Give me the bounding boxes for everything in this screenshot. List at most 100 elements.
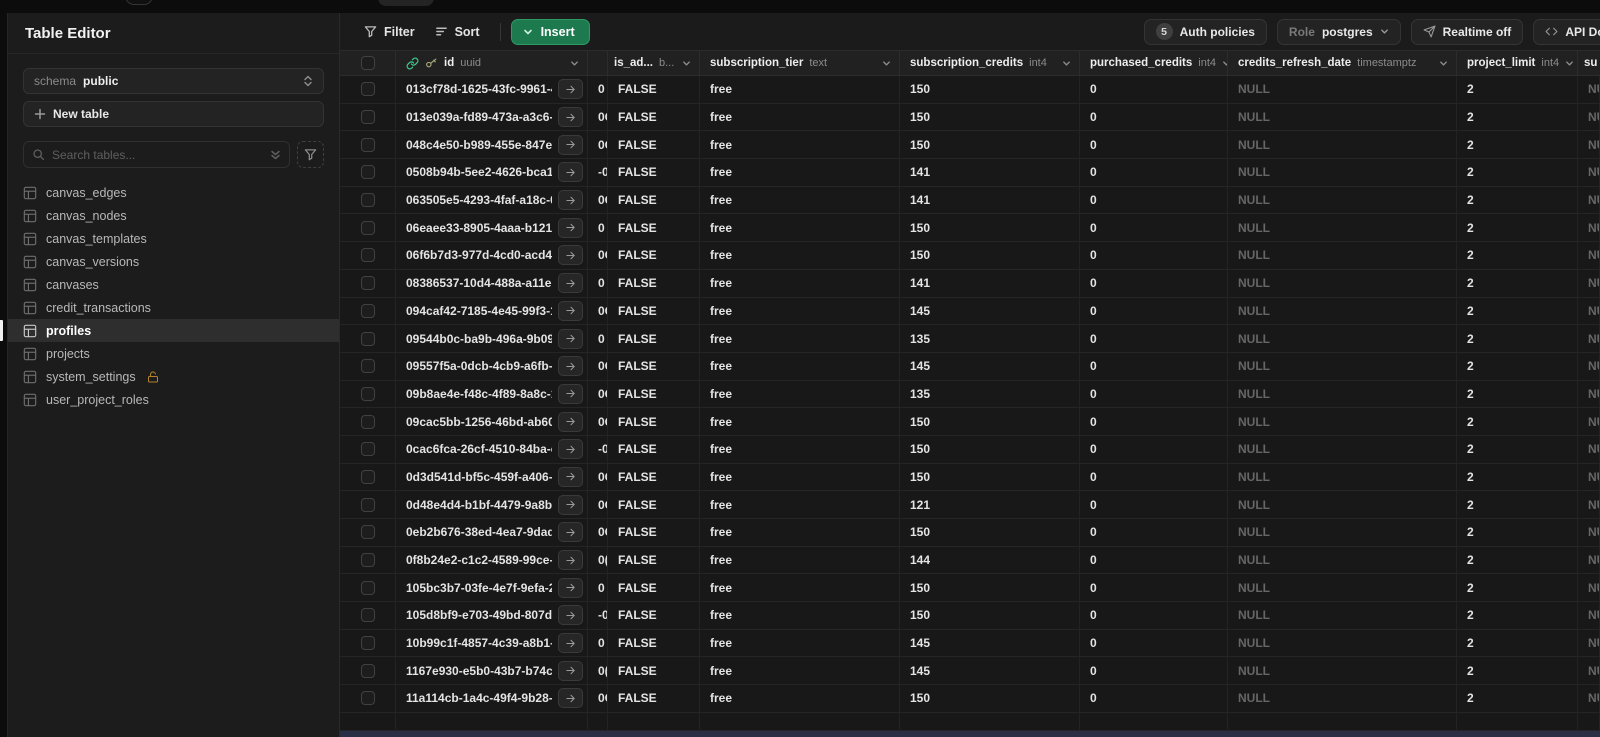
cell-is-admin[interactable]: FALSE (608, 131, 700, 159)
cell-project-limit[interactable]: 2 (1457, 186, 1578, 214)
row-checkbox[interactable] (360, 193, 375, 208)
schema-selector[interactable]: schema public (23, 68, 324, 94)
row-checkbox[interactable] (360, 580, 375, 595)
row-checkbox[interactable] (360, 469, 375, 484)
cell-subscription-credits[interactable]: 150 (900, 435, 1080, 463)
cell-credits-refresh-date[interactable]: NULL (1228, 463, 1457, 491)
cell-is-admin[interactable]: FALSE (608, 685, 700, 712)
cell-purchased-credits[interactable]: 0 (1080, 491, 1228, 518)
cell-purchased-credits[interactable]: 0 (1080, 214, 1228, 242)
cell-next-clipped[interactable]: NU (1578, 629, 1600, 657)
expand-row-button[interactable] (558, 439, 583, 460)
cell-is-admin[interactable]: FALSE (608, 519, 700, 546)
cell-subscription-tier[interactable]: free (700, 408, 900, 435)
cell-next-clipped[interactable]: NU (1578, 297, 1600, 325)
cell-purchased-credits[interactable]: 0 (1080, 352, 1228, 380)
cell-hidden-clipped[interactable]: 0C (588, 103, 608, 131)
cell-hidden-clipped[interactable]: -0 (588, 435, 608, 463)
column-header-purchased-credits[interactable]: purchased_credits int4 (1080, 51, 1228, 75)
table-row[interactable]: 105bc3b7-03fe-4e7f-9efa-21bb40... 0 FALS… (340, 574, 1600, 603)
expand-row-button[interactable] (558, 273, 583, 294)
cell-project-limit[interactable]: 2 (1457, 574, 1578, 602)
cell-credits-refresh-date[interactable]: NULL (1228, 685, 1457, 712)
cell-purchased-credits[interactable]: 0 (1080, 242, 1228, 269)
row-checkbox[interactable] (360, 663, 375, 678)
cell-hidden-clipped[interactable]: 0C (588, 491, 608, 518)
expand-row-button[interactable] (558, 328, 583, 349)
cell-subscription-credits[interactable]: 150 (900, 76, 1080, 103)
cell-hidden-clipped[interactable]: 0( (588, 657, 608, 685)
cell-purchased-credits[interactable]: 0 (1080, 435, 1228, 463)
cell-id[interactable]: 06eaee33-8905-4aaa-b121-ab552... (396, 214, 588, 242)
table-row[interactable]: 013cf78d-1625-43fc-9961-442189... 0 FALS… (340, 76, 1600, 104)
sidebar-item-user_project_roles[interactable]: user_project_roles (8, 388, 339, 411)
expand-row-button[interactable] (558, 550, 583, 571)
cell-hidden-clipped[interactable]: 0C (588, 685, 608, 712)
cell-is-admin[interactable]: FALSE (608, 657, 700, 685)
cell-hidden-clipped[interactable]: 0 (588, 214, 608, 242)
cell-purchased-credits[interactable]: 0 (1080, 131, 1228, 159)
cell-hidden-clipped[interactable]: 0 (588, 325, 608, 352)
cell-subscription-tier[interactable]: free (700, 186, 900, 214)
expand-row-button[interactable] (558, 356, 583, 377)
table-row[interactable]: 013e039a-fd89-473a-a3c6-ccfa9... 0C FALS… (340, 103, 1600, 132)
expand-row-button[interactable] (558, 466, 583, 487)
expand-row-button[interactable] (558, 522, 583, 543)
cell-subscription-credits[interactable]: 150 (900, 685, 1080, 712)
cell-subscription-credits[interactable]: 150 (900, 602, 1080, 629)
cell-next-clipped[interactable]: NU (1578, 491, 1600, 518)
cell-subscription-tier[interactable]: free (700, 242, 900, 269)
cell-id[interactable]: 094caf42-7185-4e45-99f3-14abee... (396, 297, 588, 325)
chevron-down-icon[interactable] (1062, 59, 1071, 68)
cell-subscription-tier[interactable]: free (700, 325, 900, 352)
row-checkbox[interactable] (360, 303, 375, 318)
cell-project-limit[interactable]: 2 (1457, 131, 1578, 159)
cell-purchased-credits[interactable]: 0 (1080, 629, 1228, 657)
cell-hidden-clipped[interactable]: 0C (588, 408, 608, 435)
chevron-down-icon[interactable] (682, 59, 691, 68)
insert-button[interactable]: Insert (510, 18, 590, 45)
sort-button[interactable]: Sort (425, 19, 490, 45)
cell-subscription-credits[interactable]: 145 (900, 297, 1080, 325)
cell-project-limit[interactable]: 2 (1457, 269, 1578, 297)
auth-policies-button[interactable]: 5 Auth policies (1143, 18, 1267, 45)
cell-next-clipped[interactable]: NU (1578, 657, 1600, 685)
new-table-button[interactable]: New table (23, 101, 324, 127)
cell-subscription-credits[interactable]: 150 (900, 131, 1080, 159)
cell-id[interactable]: 09557f5a-0dcb-4cb9-a6fb-fff366... (396, 352, 588, 380)
table-row[interactable]: 09b8ae4e-f48c-4f89-8a8c-1629b... 0C FALS… (340, 380, 1600, 409)
cell-next-clipped[interactable]: NU (1578, 574, 1600, 602)
table-row[interactable]: 1167e930-e5b0-43b7-b74c-788c9... 0( FALS… (340, 657, 1600, 686)
cell-credits-refresh-date[interactable]: NULL (1228, 103, 1457, 131)
filter-button[interactable]: Filter (354, 19, 425, 45)
expand-row-button[interactable] (558, 190, 583, 211)
cell-id[interactable]: 10b99c1f-4857-4c39-a8b1-263b8... (396, 629, 588, 657)
cell-hidden-clipped[interactable]: 0C (588, 380, 608, 408)
row-checkbox[interactable] (360, 525, 375, 540)
sidebar-item-canvas_edges[interactable]: canvas_edges (8, 181, 339, 204)
sidebar-item-canvas_templates[interactable]: canvas_templates (8, 227, 339, 250)
cell-credits-refresh-date[interactable]: NULL (1228, 519, 1457, 546)
cell-project-limit[interactable]: 2 (1457, 297, 1578, 325)
cell-hidden-clipped[interactable]: 0C (588, 352, 608, 380)
cell-subscription-tier[interactable]: free (700, 546, 900, 574)
table-row[interactable]: 0d48e4d4-b1bf-4479-9a8b-4a4b... 0C FALSE… (340, 491, 1600, 519)
cell-is-admin[interactable]: FALSE (608, 269, 700, 297)
cell-credits-refresh-date[interactable]: NULL (1228, 242, 1457, 269)
row-checkbox[interactable] (360, 248, 375, 263)
cell-credits-refresh-date[interactable]: NULL (1228, 629, 1457, 657)
cell-next-clipped[interactable]: NU (1578, 435, 1600, 463)
cell-credits-refresh-date[interactable]: NULL (1228, 297, 1457, 325)
cell-subscription-credits[interactable]: 121 (900, 491, 1080, 518)
cell-credits-refresh-date[interactable]: NULL (1228, 574, 1457, 602)
cell-next-clipped[interactable]: NU (1578, 685, 1600, 712)
cell-hidden-clipped[interactable]: 0C (588, 297, 608, 325)
table-row[interactable]: 10b99c1f-4857-4c39-a8b1-263b8... 0 FALSE… (340, 629, 1600, 658)
column-header-subscription-credits[interactable]: subscription_credits int4 (900, 51, 1080, 75)
chevron-down-icon[interactable] (1565, 59, 1574, 68)
table-row[interactable]: 0eb2b676-38ed-4ea7-9dad-38e6... 0C FALSE… (340, 519, 1600, 547)
chevrons-down-icon[interactable] (270, 149, 281, 161)
cell-next-clipped[interactable]: NU (1578, 103, 1600, 131)
cell-id[interactable]: 0eb2b676-38ed-4ea7-9dad-38e6... (396, 519, 588, 546)
cell-hidden-clipped[interactable]: 0C (588, 463, 608, 491)
